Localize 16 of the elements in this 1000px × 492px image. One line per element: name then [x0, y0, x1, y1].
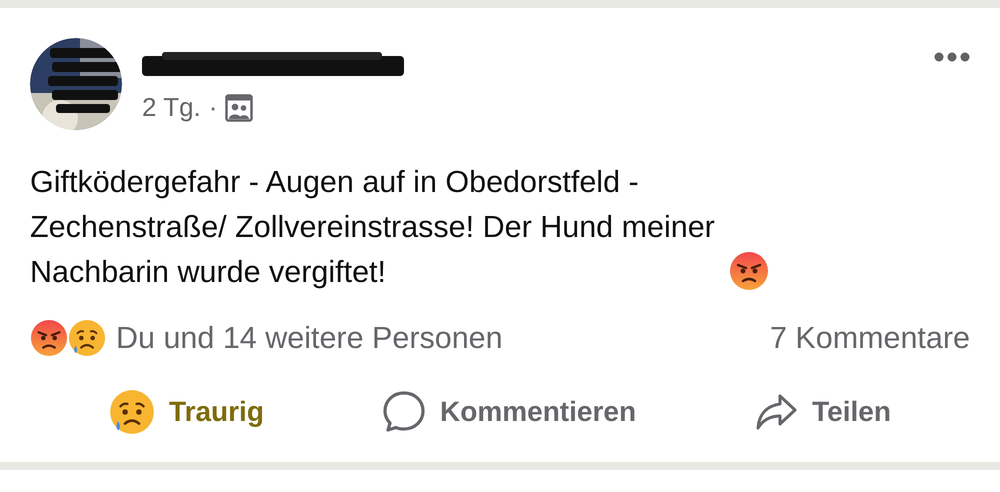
- separator: ·: [208, 92, 218, 123]
- reaction-button[interactable]: Traurig: [99, 385, 274, 439]
- sad-reaction-icon: [68, 319, 106, 357]
- angry-emoji-icon: [728, 251, 769, 291]
- share-button[interactable]: Teilen: [744, 385, 901, 439]
- sad-emoji-icon: [109, 389, 156, 435]
- comment-count[interactable]: 7 Kommentare: [770, 320, 970, 356]
- share-icon: [754, 392, 798, 432]
- reaction-summary[interactable]: Du und 14 weitere Personen: [116, 320, 503, 356]
- more-options-icon[interactable]: [934, 52, 970, 62]
- group-audience-icon: [225, 94, 254, 122]
- comment-button[interactable]: Kommentieren: [372, 385, 646, 439]
- angry-reaction-icon: [30, 319, 68, 357]
- comment-icon: [382, 390, 426, 434]
- post-time[interactable]: 2 Tg.: [142, 92, 201, 123]
- post-text: Giftködergefahr - Augen auf in Obedorstfeld - Zechenstraße/ Zollvereinstrasse! Der Hund meiner Nachbarin wurde vergiftet!: [30, 164, 715, 291]
